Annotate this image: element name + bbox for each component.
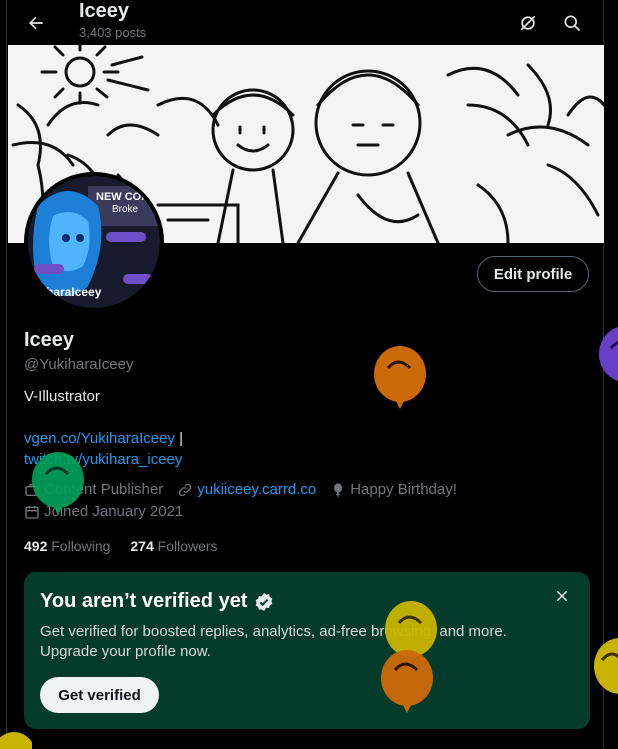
verify-card: You aren’t verified yet Get verified for… xyxy=(24,572,590,729)
search-icon xyxy=(564,15,581,32)
vgen-link[interactable]: vgen.co/YukiharaIceey xyxy=(24,430,175,447)
balloon-purple xyxy=(599,327,618,381)
follow-stats: 492 Following 274 Followers xyxy=(24,538,218,554)
profile-column: Iceey 3,403 posts NEW CONDI Broke kihara… xyxy=(6,0,604,749)
balloon-orange-1 xyxy=(374,346,426,409)
birthday-label: Happy Birthday! xyxy=(350,481,457,498)
following-count: 492 xyxy=(24,538,48,554)
followers-label: Followers xyxy=(157,538,218,554)
back-arrow-icon xyxy=(29,16,43,30)
avatar-subcaption: Broke xyxy=(112,204,139,215)
post-count: 3,403 posts xyxy=(79,25,147,40)
avatar-image: NEW CONDI Broke kiharaIceey xyxy=(28,176,160,308)
verify-card-title: You aren’t verified yet xyxy=(40,590,275,613)
bio-text: V-Illustrator xyxy=(24,388,100,405)
followers-count: 274 xyxy=(130,538,154,554)
balloon-yellow-2 xyxy=(594,638,618,694)
birthday-item: Happy Birthday! xyxy=(330,481,457,498)
no-notify-button[interactable] xyxy=(511,6,545,40)
balloon-icon xyxy=(334,482,343,497)
user-handle: @YukiharaIceey xyxy=(24,356,134,373)
link-separator: | xyxy=(174,430,184,447)
profile-meta: Content Publisher yukiiceey.carrd.co Hap… xyxy=(24,481,457,498)
followers-link[interactable]: 274 Followers xyxy=(130,538,217,554)
back-button[interactable] xyxy=(19,6,53,40)
verify-card-text: Get verified for boosted replies, analyt… xyxy=(40,623,507,660)
close-button[interactable] xyxy=(550,584,574,608)
website-item: yukiiceey.carrd.co xyxy=(177,481,316,498)
avatar[interactable]: NEW CONDI Broke kiharaIceey xyxy=(24,172,164,312)
page-title: Iceey xyxy=(79,0,130,22)
website-link[interactable]: yukiiceey.carrd.co xyxy=(197,481,316,498)
verify-title-text: You aren’t verified yet xyxy=(40,590,248,612)
close-icon xyxy=(556,590,568,602)
edit-profile-button[interactable]: Edit profile xyxy=(477,256,589,292)
following-link[interactable]: 492 Following xyxy=(24,538,110,554)
balloon-green xyxy=(32,452,84,515)
balloon-yellow-3 xyxy=(0,732,32,749)
verified-badge-icon xyxy=(256,592,273,611)
balloon-orange-2 xyxy=(381,650,433,713)
link-icon xyxy=(179,483,192,496)
following-label: Following xyxy=(51,538,111,554)
no-notify-icon xyxy=(520,15,536,31)
get-verified-button[interactable]: Get verified xyxy=(40,677,159,713)
avatar-name-text: kiharaIceey xyxy=(36,285,102,299)
display-name: Iceey xyxy=(24,329,75,351)
top-bar: Iceey 3,403 posts xyxy=(7,0,605,45)
search-button[interactable] xyxy=(555,6,589,40)
